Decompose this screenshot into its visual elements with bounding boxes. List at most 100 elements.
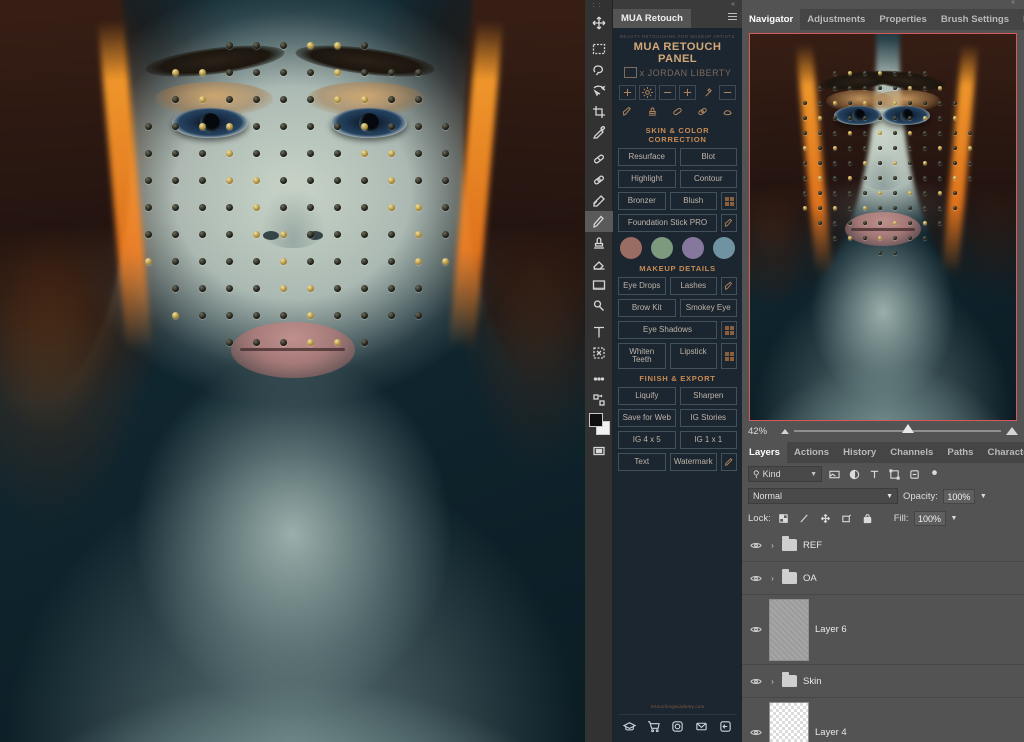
type-filter-icon[interactable]: [867, 467, 882, 482]
grid-icon[interactable]: [721, 192, 737, 210]
mua-button-highlight[interactable]: Highlight: [618, 170, 676, 188]
mua-button-sharpen[interactable]: Sharpen: [679, 387, 737, 405]
mua-button-blush[interactable]: Blush: [669, 192, 717, 210]
mua-color-swatch-4[interactable]: [713, 237, 735, 259]
add-layer-icon[interactable]: [619, 85, 636, 100]
smart-object-filter-icon[interactable]: [907, 467, 922, 482]
mua-button-whiten-teeth[interactable]: Whiten Teeth: [618, 343, 666, 369]
pixel-filter-icon[interactable]: [827, 467, 842, 482]
layers-group-tabs[interactable]: Layers Actions History Channels Paths Charact…: [742, 442, 1024, 463]
mua-button-eye-shadows[interactable]: Eye Shadows: [618, 321, 717, 339]
tab-brushes[interactable]: Brushes: [1016, 9, 1024, 30]
layer-row[interactable]: Layer 6: [742, 595, 1024, 665]
mua-panel-collapse-icon[interactable]: «: [731, 0, 738, 9]
layer-thumbnail[interactable]: [769, 598, 809, 661]
add-icon[interactable]: [679, 85, 696, 100]
dodge-tool[interactable]: [585, 295, 613, 316]
mua-footer-icons[interactable]: [618, 714, 737, 742]
navigator-zoom-value[interactable]: 42%: [748, 426, 776, 437]
mua-button-bronzer[interactable]: Bronzer: [618, 192, 666, 210]
layer-name[interactable]: Layer 4: [815, 727, 847, 738]
mua-color-swatch-2[interactable]: [651, 237, 673, 259]
color-swatches[interactable]: [585, 410, 613, 440]
move-tool[interactable]: [585, 12, 613, 33]
fill-value[interactable]: 100%: [913, 510, 946, 526]
layer-filter-row[interactable]: ⚲ Kind ▼: [742, 463, 1024, 485]
academy-icon[interactable]: [623, 720, 637, 736]
layers-list[interactable]: ›REF›OALayer 6›SkinLayer 4Background: [742, 529, 1024, 742]
minus-icon[interactable]: [719, 85, 736, 100]
zoom-slider[interactable]: [794, 424, 1001, 433]
tab-properties[interactable]: Properties: [872, 9, 933, 30]
tab-history[interactable]: History: [836, 442, 883, 463]
tab-adjustments[interactable]: Adjustments: [800, 9, 872, 30]
stamp-icon[interactable]: [644, 104, 661, 119]
layer-thumbnail[interactable]: [769, 701, 809, 742]
mua-retouch-panel[interactable]: « MUA Retouch BEAUTY RETOUCHING FOR MAKE…: [613, 0, 742, 742]
clone-source-tool[interactable]: [585, 190, 613, 211]
sun-icon[interactable]: [639, 85, 656, 100]
mua-button-brow-kit[interactable]: Brow Kit: [618, 299, 676, 317]
quick-selection-tool[interactable]: [585, 80, 613, 101]
mua-button-contour[interactable]: Contour: [679, 170, 737, 188]
dock-collapse-icon[interactable]: «: [1011, 0, 1018, 6]
lock-icon-group[interactable]: [776, 511, 875, 526]
blend-icon[interactable]: [719, 104, 736, 119]
fill-chevron-icon[interactable]: ▼: [951, 515, 958, 522]
logout-icon[interactable]: [719, 720, 732, 736]
navigator-zoom-bar[interactable]: 42%: [742, 420, 1024, 442]
instagram-icon[interactable]: [671, 720, 684, 736]
navigator-thumbnail[interactable]: [749, 33, 1017, 421]
mua-button-lipstick[interactable]: Lipstick: [669, 343, 717, 369]
lasso-tool[interactable]: [585, 59, 613, 80]
crop-tool[interactable]: [585, 101, 613, 122]
layer-row[interactable]: › OA: [742, 562, 1024, 595]
marquee-tool[interactable]: [585, 38, 613, 59]
navigator-group-tabs[interactable]: Navigator Adjustments Properties Brush Sett…: [742, 9, 1024, 30]
shape-tool[interactable]: [585, 342, 613, 363]
bandage-icon[interactable]: [669, 104, 686, 119]
zoom-in-icon[interactable]: [1006, 427, 1018, 435]
mua-button-ig-4-x-5[interactable]: IG 4 x 5: [618, 431, 676, 449]
lock-image-pixels-icon[interactable]: [797, 511, 812, 526]
brush-icon[interactable]: [619, 104, 636, 119]
shape-filter-icon[interactable]: [887, 467, 902, 482]
blend-mode-row[interactable]: Normal ▼ Opacity: 100% ▼: [742, 485, 1024, 507]
mua-button-ig-stories[interactable]: IG Stories: [679, 409, 737, 427]
type-tool[interactable]: [585, 321, 613, 342]
navigator-preview[interactable]: [742, 30, 1024, 421]
layer-row[interactable]: Layer 4: [742, 698, 1024, 742]
eyedropper-tool[interactable]: [585, 122, 613, 143]
tab-brush-settings[interactable]: Brush Settings: [934, 9, 1016, 30]
tab-channels[interactable]: Channels: [883, 442, 940, 463]
layer-name[interactable]: Layer 6: [815, 624, 847, 635]
lock-all-icon[interactable]: [860, 511, 875, 526]
layer-row[interactable]: › Skin: [742, 665, 1024, 698]
quick-mask[interactable]: [585, 440, 613, 461]
layer-name[interactable]: OA: [803, 573, 817, 584]
mua-quick-icons-row-2[interactable]: [619, 104, 736, 119]
pencil-icon[interactable]: [721, 453, 737, 471]
opacity-value[interactable]: 100%: [942, 488, 975, 504]
mua-button-eye-drops[interactable]: Eye Drops: [618, 277, 666, 295]
opacity-chevron-icon[interactable]: ▼: [980, 493, 987, 500]
adjustment-filter-icon[interactable]: [847, 467, 862, 482]
chevron-down-icon[interactable]: ▼: [810, 471, 817, 478]
mua-button-blot[interactable]: Blot: [679, 148, 737, 166]
mua-button-liquify[interactable]: Liquify: [618, 387, 676, 405]
layer-visibility-icon[interactable]: [748, 538, 763, 553]
mua-button-foundation-stick-pro[interactable]: Foundation Stick PRO: [618, 214, 717, 232]
foreground-color-swatch[interactable]: [589, 413, 603, 427]
layer-visibility-icon[interactable]: [748, 674, 763, 689]
tab-mua-retouch[interactable]: MUA Retouch: [613, 9, 691, 28]
mua-color-swatch-1[interactable]: [620, 237, 642, 259]
lock-transparent-pixels-icon[interactable]: [776, 511, 791, 526]
spot-healing-brush-tool[interactable]: [585, 148, 613, 169]
document-canvas[interactable]: [0, 0, 585, 742]
layer-visibility-icon[interactable]: [748, 622, 763, 637]
chevron-down-icon[interactable]: ▼: [886, 493, 893, 500]
grid-icon[interactable]: [721, 343, 737, 369]
swap-colors-icon[interactable]: [585, 389, 613, 410]
group-expand-icon[interactable]: ›: [769, 574, 776, 583]
mua-button-resurface[interactable]: Resurface: [618, 148, 676, 166]
